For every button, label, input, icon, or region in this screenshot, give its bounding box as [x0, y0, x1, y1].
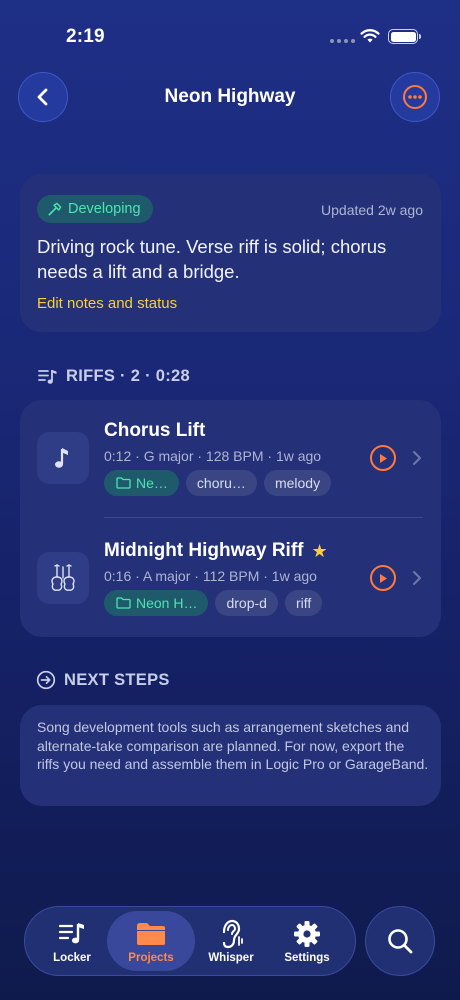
tag-chip[interactable]: riff: [284, 590, 323, 616]
edit-notes-link[interactable]: Edit notes and status: [37, 295, 177, 312]
project-chip-label: Ne…: [136, 475, 168, 491]
riff-thumbnail: [37, 552, 89, 604]
tab-projects[interactable]: Projects: [107, 911, 195, 971]
tag-chip[interactable]: drop-d: [215, 590, 278, 616]
tab-label: Projects: [128, 952, 174, 964]
wifi-icon: [360, 29, 380, 43]
next-steps-section-header: NEXT STEPS: [36, 670, 170, 690]
folder-icon: [116, 597, 131, 609]
status-time: 2:19: [66, 26, 105, 47]
nav-header: Neon Highway: [0, 70, 460, 124]
folder-icon: [137, 923, 165, 945]
arrow-circle-right-icon: [36, 670, 56, 690]
music-note-icon: [55, 448, 68, 468]
status-badge-label: Developing: [68, 201, 141, 217]
tab-bar: Locker Projects Whisper Settings: [24, 906, 356, 976]
riff-tags: Ne… choru… melody: [104, 470, 332, 496]
riff-tags: Neon H… drop-d riff: [104, 590, 323, 616]
riffs-section-header: RIFFS · 2 · 0:28: [38, 367, 190, 386]
hammer-icon: [48, 202, 62, 215]
riff-row-chorus-lift[interactable]: Chorus Lift 0:12 · G major · 128 BPM · 1…: [20, 400, 441, 518]
riffs-list: Chorus Lift 0:12 · G major · 128 BPM · 1…: [20, 400, 441, 637]
status-badge[interactable]: Developing: [37, 195, 153, 223]
play-icon: [380, 573, 387, 583]
tag-chip[interactable]: melody: [263, 470, 332, 496]
star-icon: ★: [311, 540, 328, 561]
music-list-icon: [38, 369, 57, 384]
project-chip[interactable]: Neon H…: [104, 590, 209, 616]
tab-settings[interactable]: Settings: [269, 911, 345, 971]
tab-label: Whisper: [208, 952, 254, 964]
play-icon: [380, 453, 387, 463]
riff-title-text: Midnight Highway Riff: [104, 540, 304, 561]
ellipsis-circle-icon: [403, 85, 427, 109]
more-options-button[interactable]: [390, 72, 440, 122]
riffs-section-title: RIFFS · 2 · 0:28: [66, 367, 190, 385]
riff-title-text: Chorus Lift: [104, 420, 206, 441]
tab-locker[interactable]: Locker: [39, 911, 105, 971]
next-steps-text: Song development tools such as arrangeme…: [37, 719, 429, 772]
chevron-right-icon: [413, 451, 421, 465]
riff-title: Chorus Lift: [104, 420, 205, 442]
status-bar: 2:19: [0, 0, 460, 60]
project-notes: Driving rock tune. Verse riff is solid; …: [37, 236, 387, 282]
music-list-icon: [58, 923, 84, 944]
tab-label: Settings: [284, 952, 330, 964]
project-chip[interactable]: Ne…: [104, 470, 179, 496]
riff-thumbnail: [37, 432, 89, 484]
riff-meta: 0:16 · A major · 112 BPM · 1w ago: [104, 568, 317, 584]
tag-chip[interactable]: choru…: [185, 470, 257, 496]
search-button[interactable]: [365, 906, 435, 976]
tab-label: Locker: [53, 952, 91, 964]
riff-row-midnight-highway-riff[interactable]: Midnight Highway Riff ★ 0:16 · A major ·…: [20, 518, 441, 636]
search-icon: [388, 929, 413, 954]
updated-timestamp: Updated 2w ago: [321, 202, 423, 218]
ear-icon: [222, 919, 243, 949]
riff-title: Midnight Highway Riff ★: [104, 540, 328, 562]
signal-dots-icon: [330, 39, 355, 43]
play-button[interactable]: [370, 565, 396, 591]
next-steps-title: NEXT STEPS: [64, 670, 170, 689]
guitars-icon: [51, 564, 75, 591]
gear-icon: [294, 921, 320, 947]
project-chip-label: Neon H…: [136, 595, 198, 611]
tab-whisper[interactable]: Whisper: [195, 911, 267, 971]
folder-icon: [116, 477, 131, 489]
project-status-card: Developing Updated 2w ago Driving rock t…: [20, 174, 441, 332]
riff-meta: 0:12 · G major · 128 BPM · 1w ago: [104, 448, 322, 464]
battery-icon: [388, 29, 421, 44]
chevron-right-icon: [413, 571, 421, 585]
play-button[interactable]: [370, 445, 396, 471]
next-steps-card: Song development tools such as arrangeme…: [20, 705, 441, 806]
